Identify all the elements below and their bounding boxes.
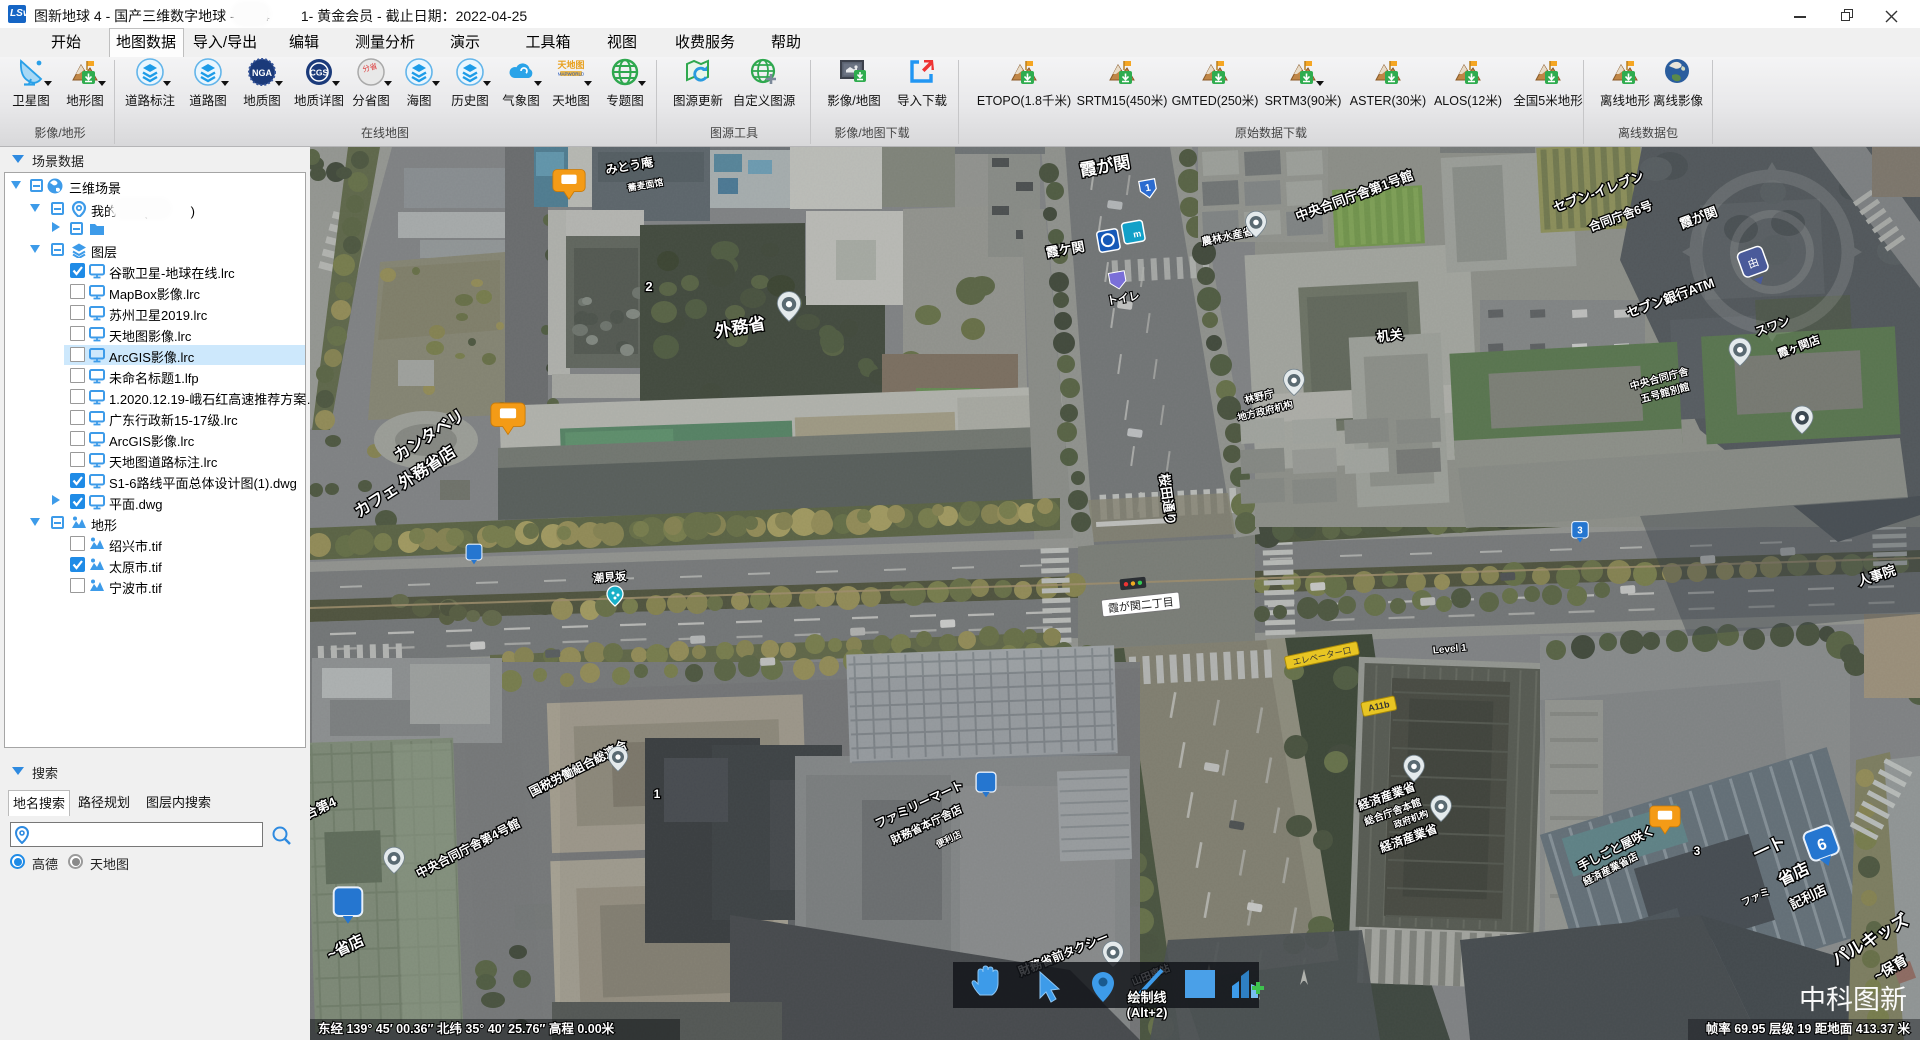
svg-text:中科图新: 中科图新 [1799,985,1907,1015]
svg-text:m: m [1132,228,1142,239]
svg-text:2: 2 [645,279,652,294]
svg-text:3: 3 [1694,844,1701,858]
svg-text:东经 139° 45′ 00.36″ 北纬 35°: 东经 139° 45′ 00.36″ 北纬 35° 40′ 25.76″ 高程 … [318,1021,615,1036]
svg-text:绘制线: 绘制线 [1127,990,1166,1005]
svg-text:3: 3 [1577,526,1583,537]
svg-text:机关: 机关 [1376,327,1403,345]
svg-text:帧率 69.95 层级 19 距地面 413.37 米: 帧率 69.95 层级 19 距地面 413.37 米 [1706,1021,1911,1036]
svg-text:1: 1 [654,787,661,801]
svg-text:(Alt+2): (Alt+2) [1127,1005,1168,1020]
